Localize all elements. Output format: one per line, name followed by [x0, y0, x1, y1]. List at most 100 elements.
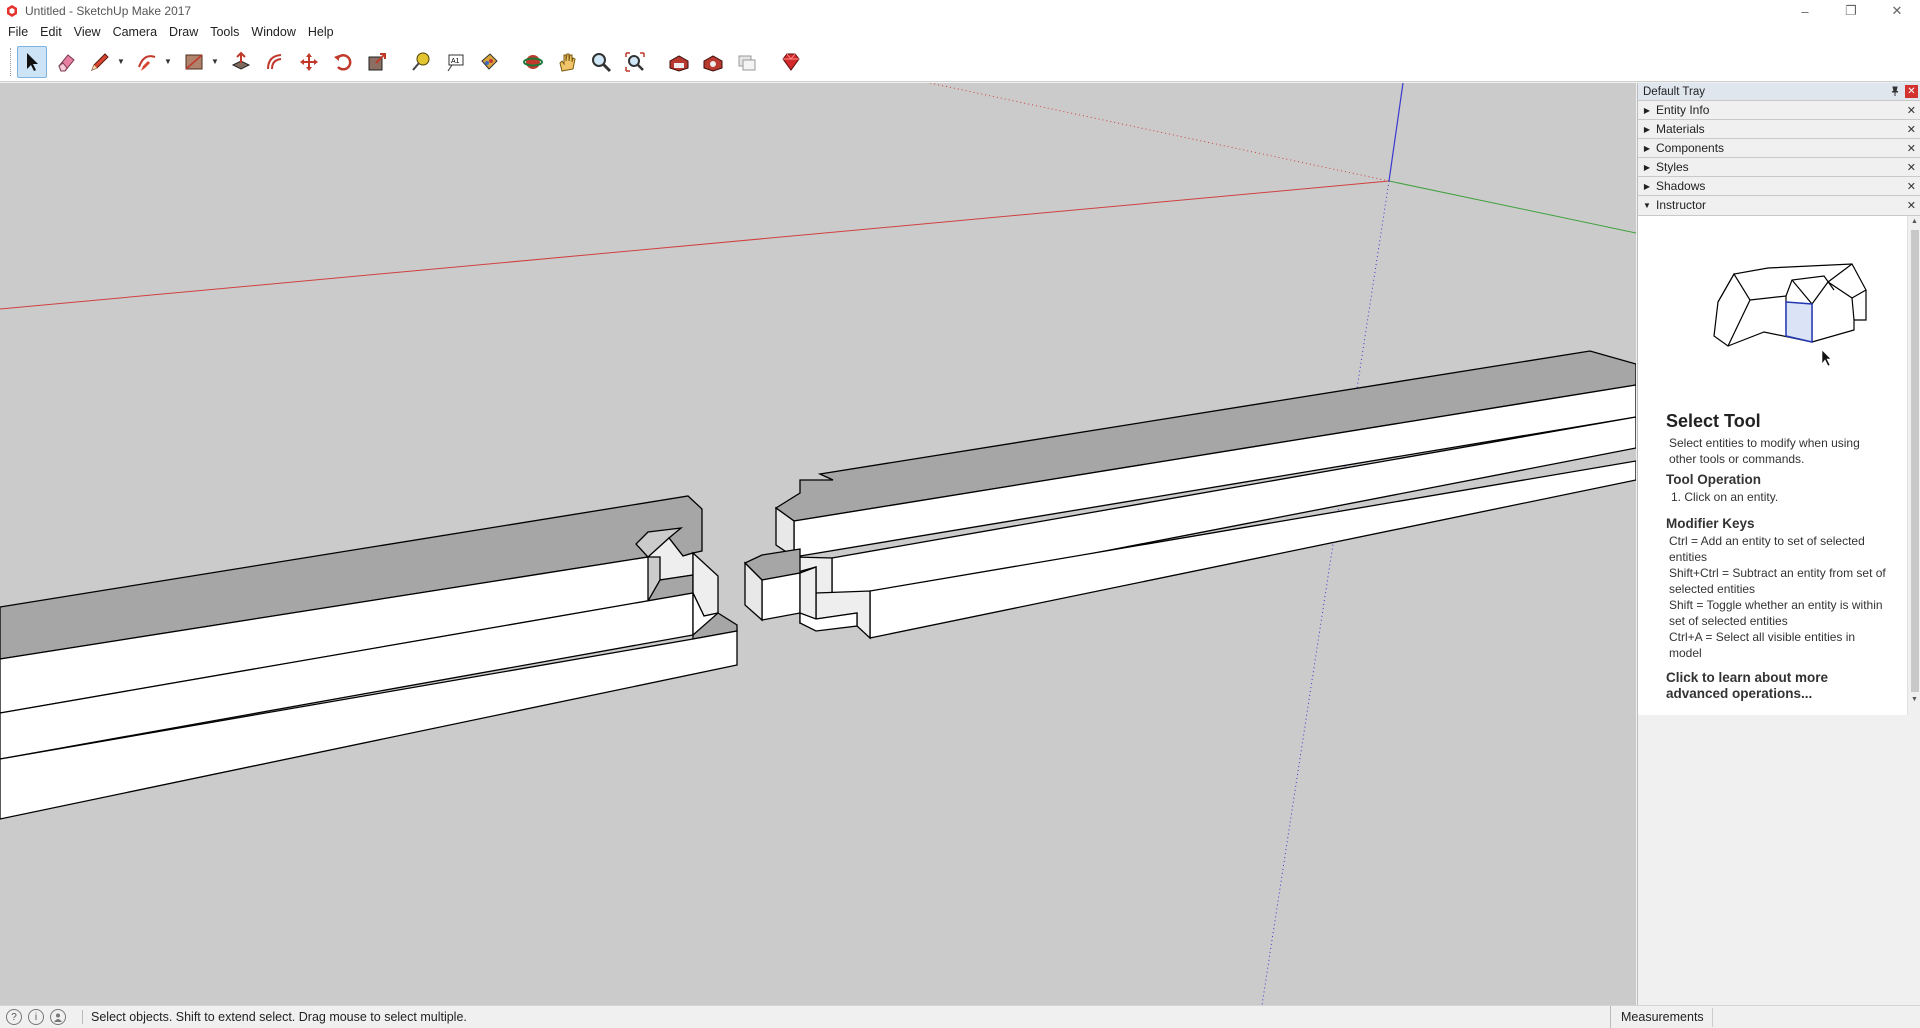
expand-arrow-icon: ▶ [1643, 143, 1651, 153]
menu-help[interactable]: Help [302, 22, 340, 42]
menu-file[interactable]: File [2, 22, 34, 42]
green-axis [1388, 180, 1636, 234]
close-icon[interactable]: ✕ [1907, 104, 1916, 117]
info-icon[interactable]: i [28, 1009, 44, 1025]
layout-icon [738, 55, 756, 70]
minimize-button[interactable]: – [1782, 0, 1828, 22]
menu-edit[interactable]: Edit [34, 22, 68, 42]
text-icon: A1 [447, 54, 464, 71]
expand-arrow-icon: ▶ [1643, 162, 1651, 172]
red-axis [0, 180, 1390, 310]
measurements-label: Measurements [1610, 1006, 1704, 1028]
tray-title: Default Tray [1643, 85, 1705, 98]
menu-camera[interactable]: Camera [107, 22, 163, 42]
orbit-tool-button[interactable] [518, 46, 548, 78]
3d-warehouse-tool-button[interactable] [664, 46, 694, 78]
scroll-up-icon[interactable]: ▲ [1911, 218, 1918, 225]
eraser-icon [58, 53, 75, 71]
user-icon[interactable] [50, 1009, 66, 1025]
pin-icon[interactable] [1889, 85, 1901, 97]
toolbar: ▼ ▼ ▼ A1 [0, 42, 1920, 82]
blue-axis-dotted [1261, 180, 1390, 1005]
help-icon[interactable]: ? [6, 1009, 22, 1025]
scene-canvas[interactable] [0, 83, 1636, 1005]
modifier-shift: Shift = Toggle whether an entity is with… [1669, 598, 1883, 628]
scale-tool-button[interactable] [362, 46, 392, 78]
rotate-tool-button[interactable] [328, 46, 358, 78]
arc-icon [138, 54, 156, 71]
modeling-viewport[interactable] [0, 83, 1636, 1005]
menu-view[interactable]: View [68, 22, 107, 42]
menu-bar: File Edit View Camera Draw Tools Window … [0, 22, 1920, 42]
paint-bucket-tool-button[interactable] [474, 46, 504, 78]
menu-draw[interactable]: Draw [163, 22, 204, 42]
status-text: Select objects. Shift to extend select. … [82, 1010, 467, 1024]
zoom-tool-button[interactable] [586, 46, 616, 78]
sketchup-logo-icon [7, 5, 17, 17]
panel-styles[interactable]: ▶ Styles ✕ [1638, 157, 1920, 176]
expand-arrow-icon: ▶ [1643, 181, 1651, 191]
orbit-icon [523, 54, 543, 69]
learn-more-link[interactable]: Click to learn about more advanced opera… [1666, 670, 1886, 702]
zoom-extents-icon [625, 51, 645, 72]
instructor-scrollbar[interactable]: ▲ ▼ [1907, 216, 1920, 715]
maximize-button[interactable]: ❐ [1828, 0, 1874, 22]
status-bar: ? i Select objects. Shift to extend sele… [0, 1005, 1920, 1028]
zoom-extents-tool-button[interactable] [620, 46, 650, 78]
pan-tool-button[interactable] [552, 46, 582, 78]
extension-warehouse-tool-button[interactable] [698, 46, 728, 78]
default-tray: Default Tray ✕ ▶ Entity Info ✕ ▶ Materia… [1637, 83, 1920, 1005]
measurements-input[interactable] [1712, 1008, 1920, 1027]
modifier-ctrl-a: Ctrl+A = Select all visible entities in … [1669, 630, 1856, 660]
text-tool-button[interactable]: A1 [440, 46, 470, 78]
scroll-thumb[interactable] [1911, 230, 1919, 692]
line-tool-button[interactable] [85, 46, 115, 78]
select-tool-button[interactable] [17, 45, 47, 78]
arrow-cursor-icon [27, 52, 38, 71]
right-beam-tenon-face [761, 572, 801, 621]
move-tool-button[interactable] [294, 46, 324, 78]
close-icon[interactable]: ✕ [1907, 123, 1916, 136]
hand-icon [559, 53, 576, 72]
line-tool-dropdown[interactable]: ▼ [116, 46, 126, 78]
panel-instructor[interactable]: ▼ Instructor ✕ [1638, 195, 1920, 214]
menu-tools[interactable]: Tools [204, 22, 245, 42]
extension-manager-tool-button[interactable] [776, 46, 806, 78]
rotate-icon [334, 53, 352, 71]
panel-shadows[interactable]: ▶ Shadows ✕ [1638, 176, 1920, 195]
paint-bucket-icon [481, 52, 498, 70]
instructor-description: Select entities to modify when using oth… [1669, 436, 1860, 466]
arc-tool-button[interactable] [132, 46, 162, 78]
panel-label: Instructor [1656, 198, 1707, 212]
panel-label: Entity Info [1656, 103, 1710, 117]
rectangle-tool-button[interactable] [179, 46, 209, 78]
collapse-arrow-icon: ▼ [1643, 200, 1651, 210]
close-button[interactable]: ✕ [1874, 0, 1920, 22]
sketchup-window: Untitled - SketchUp Make 2017 – ❐ ✕ File… [0, 0, 1920, 1028]
panel-materials[interactable]: ▶ Materials ✕ [1638, 119, 1920, 138]
tray-close-button[interactable]: ✕ [1905, 85, 1918, 98]
menu-window[interactable]: Window [245, 22, 301, 42]
close-icon[interactable]: ✕ [1907, 180, 1916, 193]
modifier-keys-title: Modifier Keys [1666, 516, 1755, 531]
arc-tool-dropdown[interactable]: ▼ [163, 46, 173, 78]
send-to-layout-tool-button[interactable] [732, 46, 762, 78]
toolbar-grip[interactable] [10, 47, 13, 76]
tape-measure-tool-button[interactable] [406, 46, 436, 78]
panel-components[interactable]: ▶ Components ✕ [1638, 138, 1920, 157]
close-icon[interactable]: ✕ [1907, 161, 1916, 174]
push-pull-tool-button[interactable] [226, 46, 256, 78]
close-icon[interactable]: ✕ [1907, 142, 1916, 155]
move-icon [300, 52, 318, 71]
offset-tool-button[interactable] [260, 46, 290, 78]
scroll-down-icon[interactable]: ▼ [1911, 696, 1918, 703]
eraser-tool-button[interactable] [51, 46, 81, 78]
scale-icon [368, 52, 386, 70]
panel-entity-info[interactable]: ▶ Entity Info ✕ [1638, 100, 1920, 119]
rectangle-tool-dropdown[interactable]: ▼ [210, 46, 220, 78]
title-bar: Untitled - SketchUp Make 2017 – ❐ ✕ [0, 0, 1920, 22]
ruby-icon [782, 53, 800, 71]
pencil-icon [91, 52, 109, 71]
close-icon[interactable]: ✕ [1907, 199, 1916, 212]
tape-measure-icon [412, 52, 430, 71]
